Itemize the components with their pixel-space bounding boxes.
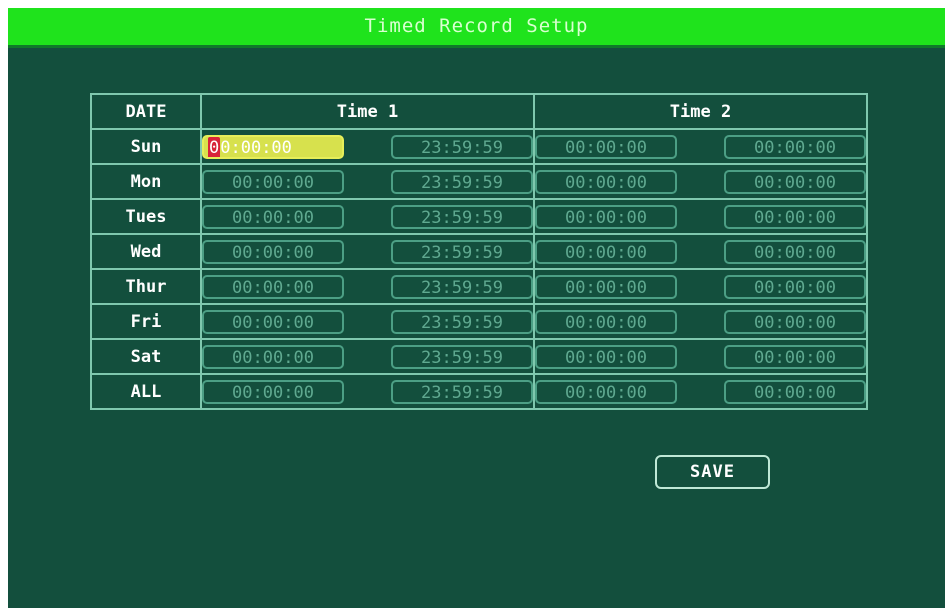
time1-cell: 00:00:00 23:59:59 bbox=[200, 268, 535, 305]
timed-record-screen: Timed Record Setup DATE Time 1 Time 2 Su… bbox=[8, 8, 945, 608]
day-label: Wed bbox=[90, 233, 202, 270]
time1-end-field[interactable]: 23:59:59 bbox=[391, 169, 533, 194]
time2-cell: 00:00:00 00:00:00 bbox=[533, 373, 868, 410]
time2-cell: 00:00:00 00:00:00 bbox=[533, 198, 868, 235]
time2-start-field[interactable]: 00:00:00 bbox=[535, 274, 677, 299]
day-label: Sat bbox=[90, 338, 202, 375]
day-label: Mon bbox=[90, 163, 202, 200]
time1-cell: 00:00:00 23:59:59 bbox=[200, 163, 535, 200]
time2-cell: 00:00:00 00:00:00 bbox=[533, 233, 868, 270]
day-label: Thur bbox=[90, 268, 202, 305]
table-row: Wed 00:00:00 23:59:59 00:00:00 00:00:00 bbox=[90, 233, 868, 270]
date-column-header: DATE bbox=[90, 93, 202, 130]
day-label: ALL bbox=[90, 373, 202, 410]
day-label: Tues bbox=[90, 198, 202, 235]
table-row: Tues 00:00:00 23:59:59 00:00:00 00:00:00 bbox=[90, 198, 868, 235]
time2-start-field[interactable]: 00:00:00 bbox=[535, 134, 677, 159]
time1-cell: 00:00:00 23:59:59 bbox=[200, 303, 535, 340]
time1-start-field[interactable]: 00:00:00 bbox=[202, 204, 344, 229]
time1-start-field[interactable]: 00:00:00 bbox=[202, 239, 344, 264]
day-label: Sun bbox=[90, 128, 202, 165]
time2-start-field[interactable]: 00:00:00 bbox=[535, 239, 677, 264]
time1-cell: 00:00:00 23:59:59 bbox=[200, 373, 535, 410]
time2-start-field[interactable]: 00:00:00 bbox=[535, 169, 677, 194]
time1-end-field[interactable]: 23:59:59 bbox=[391, 274, 533, 299]
time2-cell: 00:00:00 00:00:00 bbox=[533, 338, 868, 375]
table-row: Mon 00:00:00 23:59:59 00:00:00 00:00:00 bbox=[90, 163, 868, 200]
time1-start-field[interactable]: 00:00:00 bbox=[202, 379, 344, 404]
time2-end-field[interactable]: 00:00:00 bbox=[724, 344, 866, 369]
time1-end-field[interactable]: 23:59:59 bbox=[391, 379, 533, 404]
time1-start-field[interactable]: 00:00:00 bbox=[202, 134, 344, 159]
time1-start-field[interactable]: 00:00:00 bbox=[202, 169, 344, 194]
time1-end-field[interactable]: 23:59:59 bbox=[391, 309, 533, 334]
time2-end-field[interactable]: 00:00:00 bbox=[724, 204, 866, 229]
time2-end-field[interactable]: 00:00:00 bbox=[724, 274, 866, 299]
table-row: ALL 00:00:00 23:59:59 00:00:00 00:00:00 bbox=[90, 373, 868, 410]
time2-start-field[interactable]: 00:00:00 bbox=[535, 379, 677, 404]
time2-end-field[interactable]: 00:00:00 bbox=[724, 239, 866, 264]
time2-end-field[interactable]: 00:00:00 bbox=[724, 309, 866, 334]
time2-end-field[interactable]: 00:00:00 bbox=[724, 169, 866, 194]
time1-end-field[interactable]: 23:59:59 bbox=[391, 134, 533, 159]
table-row: Sun 00:00:00 23:59:59 00:00:00 00:00:00 bbox=[90, 128, 868, 165]
time1-cell: 00:00:00 23:59:59 bbox=[200, 233, 535, 270]
time2-end-field[interactable]: 00:00:00 bbox=[724, 379, 866, 404]
save-button[interactable]: SAVE bbox=[655, 455, 770, 489]
time1-cell: 00:00:00 23:59:59 bbox=[200, 338, 535, 375]
table-row: Fri 00:00:00 23:59:59 00:00:00 00:00:00 bbox=[90, 303, 868, 340]
time2-cell: 00:00:00 00:00:00 bbox=[533, 163, 868, 200]
time2-end-field[interactable]: 00:00:00 bbox=[724, 134, 866, 159]
time1-end-field[interactable]: 23:59:59 bbox=[391, 344, 533, 369]
edit-cursor: 0 bbox=[208, 136, 221, 158]
time2-cell: 00:00:00 00:00:00 bbox=[533, 128, 868, 165]
day-label: Fri bbox=[90, 303, 202, 340]
table-row: Sat 00:00:00 23:59:59 00:00:00 00:00:00 bbox=[90, 338, 868, 375]
time1-start-rest: 0:00:00 bbox=[220, 137, 292, 158]
time2-cell: 00:00:00 00:00:00 bbox=[533, 268, 868, 305]
time2-start-field[interactable]: 00:00:00 bbox=[535, 344, 677, 369]
time2-start-field[interactable]: 00:00:00 bbox=[535, 309, 677, 334]
time2-column-header: Time 2 bbox=[533, 93, 868, 130]
time1-end-field[interactable]: 23:59:59 bbox=[391, 204, 533, 229]
schedule-table: DATE Time 1 Time 2 Sun 00:00:00 23:59:59… bbox=[90, 93, 868, 410]
time1-start-field[interactable]: 00:00:00 bbox=[202, 344, 344, 369]
time2-cell: 00:00:00 00:00:00 bbox=[533, 303, 868, 340]
time2-start-field[interactable]: 00:00:00 bbox=[535, 204, 677, 229]
time1-end-field[interactable]: 23:59:59 bbox=[391, 239, 533, 264]
time1-cell: 00:00:00 23:59:59 bbox=[200, 198, 535, 235]
time1-start-field[interactable]: 00:00:00 bbox=[202, 274, 344, 299]
table-row: Thur 00:00:00 23:59:59 00:00:00 00:00:00 bbox=[90, 268, 868, 305]
time1-cell: 00:00:00 23:59:59 bbox=[200, 128, 535, 165]
window-title: Timed Record Setup bbox=[8, 8, 945, 48]
header-row: DATE Time 1 Time 2 bbox=[90, 93, 868, 130]
time1-start-field[interactable]: 00:00:00 bbox=[202, 309, 344, 334]
time1-column-header: Time 1 bbox=[200, 93, 535, 130]
